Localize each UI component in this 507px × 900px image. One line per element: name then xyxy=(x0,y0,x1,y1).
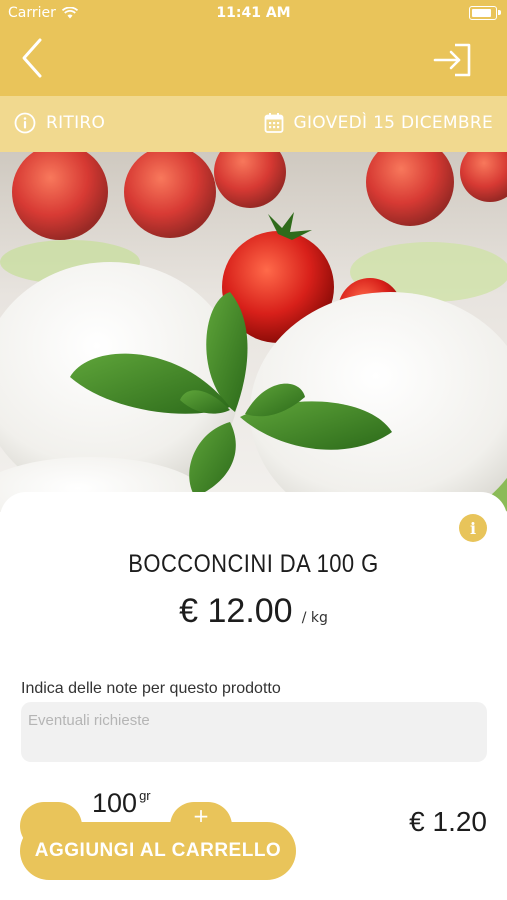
product-price: € 12.00 xyxy=(179,592,293,630)
date-selector[interactable]: GIOVEDÌ 15 DICEMBRE xyxy=(264,112,493,134)
add-to-cart-button[interactable]: AGGIUNGI AL CARRELLO xyxy=(20,822,296,880)
info-circle-icon xyxy=(14,112,36,134)
back-button[interactable] xyxy=(16,36,48,80)
pickup-option[interactable]: RITIRO xyxy=(14,112,105,134)
battery-cap xyxy=(498,10,501,15)
product-details-card: i BOCCONCINI DA 100 G € 12.00 / kg Indic… xyxy=(0,492,507,900)
product-info-button[interactable]: i xyxy=(459,514,487,542)
battery-icon xyxy=(469,6,497,20)
price-unit: / kg xyxy=(301,610,328,626)
calendar-icon xyxy=(264,113,283,133)
chevron-left-icon xyxy=(22,38,42,78)
product-image xyxy=(0,152,507,512)
date-label: GIOVEDÌ 15 DICEMBRE xyxy=(293,113,493,133)
status-time: 11:41 AM xyxy=(216,5,291,21)
order-info-bar: RITIRO GIOVEDÌ 15 DICEMBRE xyxy=(0,96,507,152)
navigation-bar: Carrier 11:41 AM xyxy=(0,0,507,96)
quantity-value: 100 xyxy=(92,788,138,818)
info-icon: i xyxy=(469,518,477,538)
price-row: € 12.00 / kg xyxy=(0,592,507,631)
quantity-unit: gr xyxy=(139,788,151,803)
quantity-display: 100 gr xyxy=(92,788,151,819)
notes-input[interactable] xyxy=(21,702,487,762)
login-button[interactable] xyxy=(433,42,473,78)
status-bar: Carrier 11:41 AM xyxy=(0,0,507,28)
pickup-label: RITIRO xyxy=(46,113,106,133)
mozzarella-illustration xyxy=(0,152,507,512)
total-price: € 1.20 xyxy=(409,806,487,837)
sign-in-icon xyxy=(433,43,471,77)
notes-label: Indica delle note per questo prodotto xyxy=(21,680,281,697)
product-title: BOCCONCINI DA 100 G xyxy=(128,550,379,578)
